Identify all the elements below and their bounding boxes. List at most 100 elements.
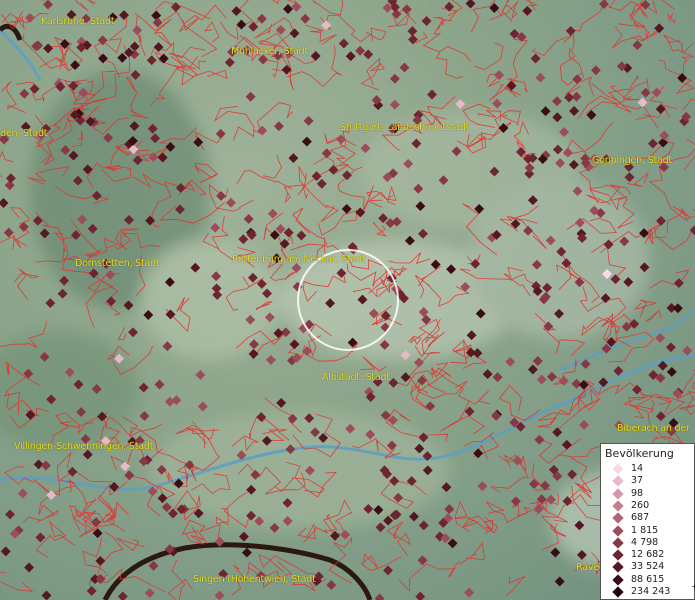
population-marker[interactable] (273, 121, 284, 132)
population-marker[interactable] (40, 460, 51, 471)
population-marker[interactable] (243, 214, 254, 224)
population-marker[interactable] (5, 509, 15, 520)
population-marker[interactable] (464, 587, 475, 598)
population-marker[interactable] (550, 547, 561, 558)
population-marker[interactable] (383, 565, 393, 576)
population-marker[interactable] (565, 25, 576, 36)
population-marker[interactable] (510, 496, 521, 507)
population-marker[interactable] (144, 588, 155, 598)
population-marker[interactable] (248, 348, 259, 359)
population-marker[interactable] (120, 461, 131, 472)
population-marker[interactable] (418, 228, 428, 239)
population-marker[interactable] (148, 560, 159, 571)
population-marker[interactable] (45, 298, 56, 309)
population-marker[interactable] (316, 178, 327, 189)
population-marker[interactable] (666, 366, 677, 377)
population-marker[interactable] (540, 106, 551, 117)
population-marker[interactable] (210, 222, 221, 233)
population-marker[interactable] (552, 112, 563, 123)
population-marker[interactable] (0, 198, 9, 208)
population-marker[interactable] (532, 356, 543, 366)
population-map[interactable]: Karlsruhe, Stadt Mühlacker, Stadt Baden-… (0, 0, 695, 600)
population-marker[interactable] (67, 466, 78, 477)
population-marker[interactable] (407, 26, 418, 37)
population-marker[interactable] (567, 469, 578, 480)
population-marker[interactable] (17, 488, 28, 499)
population-marker[interactable] (399, 62, 410, 73)
population-marker[interactable] (98, 53, 108, 64)
population-marker[interactable] (425, 401, 436, 412)
population-marker[interactable] (427, 89, 437, 100)
population-marker[interactable] (5, 173, 16, 184)
population-marker[interactable] (276, 397, 287, 408)
population-marker[interactable] (3, 227, 14, 238)
population-marker[interactable] (300, 13, 311, 24)
population-marker[interactable] (492, 372, 503, 383)
population-marker[interactable] (527, 364, 538, 375)
population-marker[interactable] (561, 439, 572, 450)
population-marker[interactable] (154, 379, 165, 390)
population-marker[interactable] (265, 354, 276, 365)
population-marker[interactable] (124, 470, 135, 481)
population-marker[interactable] (415, 591, 426, 600)
population-marker[interactable] (340, 529, 351, 540)
population-marker[interactable] (301, 136, 312, 147)
population-marker[interactable] (477, 481, 488, 492)
population-marker[interactable] (168, 508, 178, 519)
population-marker[interactable] (656, 215, 666, 226)
population-marker[interactable] (321, 148, 332, 159)
population-marker[interactable] (613, 365, 624, 376)
population-marker[interactable] (288, 153, 299, 164)
population-marker[interactable] (231, 6, 242, 17)
population-marker[interactable] (417, 555, 428, 566)
population-marker[interactable] (153, 42, 164, 53)
population-marker[interactable] (530, 53, 541, 64)
population-marker[interactable] (238, 234, 249, 245)
population-marker[interactable] (146, 55, 157, 66)
population-marker[interactable] (303, 115, 314, 126)
population-marker[interactable] (637, 97, 648, 108)
population-marker[interactable] (24, 562, 35, 573)
population-marker[interactable] (283, 4, 293, 14)
population-marker[interactable] (569, 106, 580, 116)
population-marker[interactable] (647, 138, 658, 149)
population-marker[interactable] (338, 38, 349, 49)
population-marker[interactable] (152, 17, 163, 28)
population-marker[interactable] (421, 16, 432, 26)
population-marker[interactable] (215, 128, 226, 139)
population-marker[interactable] (640, 87, 651, 98)
population-marker[interactable] (552, 427, 563, 438)
population-marker[interactable] (330, 530, 340, 541)
population-marker[interactable] (214, 590, 225, 600)
population-marker[interactable] (465, 0, 476, 9)
population-marker[interactable] (665, 342, 676, 353)
population-marker[interactable] (289, 28, 300, 39)
population-marker[interactable] (535, 72, 546, 83)
population-marker[interactable] (552, 96, 562, 107)
population-marker[interactable] (655, 104, 666, 115)
population-marker[interactable] (389, 73, 400, 84)
population-marker[interactable] (380, 410, 391, 421)
population-marker[interactable] (400, 372, 411, 383)
population-marker[interactable] (409, 511, 419, 522)
population-marker[interactable] (559, 127, 570, 137)
population-marker[interactable] (540, 480, 550, 491)
population-marker[interactable] (579, 419, 590, 430)
population-marker[interactable] (546, 371, 557, 382)
population-marker[interactable] (378, 213, 389, 224)
population-marker[interactable] (91, 517, 102, 528)
population-marker[interactable] (225, 197, 236, 208)
population-marker[interactable] (291, 1, 302, 12)
population-marker[interactable] (117, 591, 128, 600)
population-marker[interactable] (374, 593, 385, 600)
population-marker[interactable] (534, 434, 545, 445)
population-marker[interactable] (444, 504, 455, 515)
population-marker[interactable] (558, 375, 569, 386)
population-marker[interactable] (536, 374, 547, 385)
population-marker[interactable] (256, 13, 267, 24)
population-marker[interactable] (86, 585, 97, 596)
population-marker[interactable] (241, 547, 252, 558)
population-marker[interactable] (590, 65, 601, 76)
population-marker[interactable] (43, 43, 54, 54)
population-marker[interactable] (505, 356, 516, 367)
